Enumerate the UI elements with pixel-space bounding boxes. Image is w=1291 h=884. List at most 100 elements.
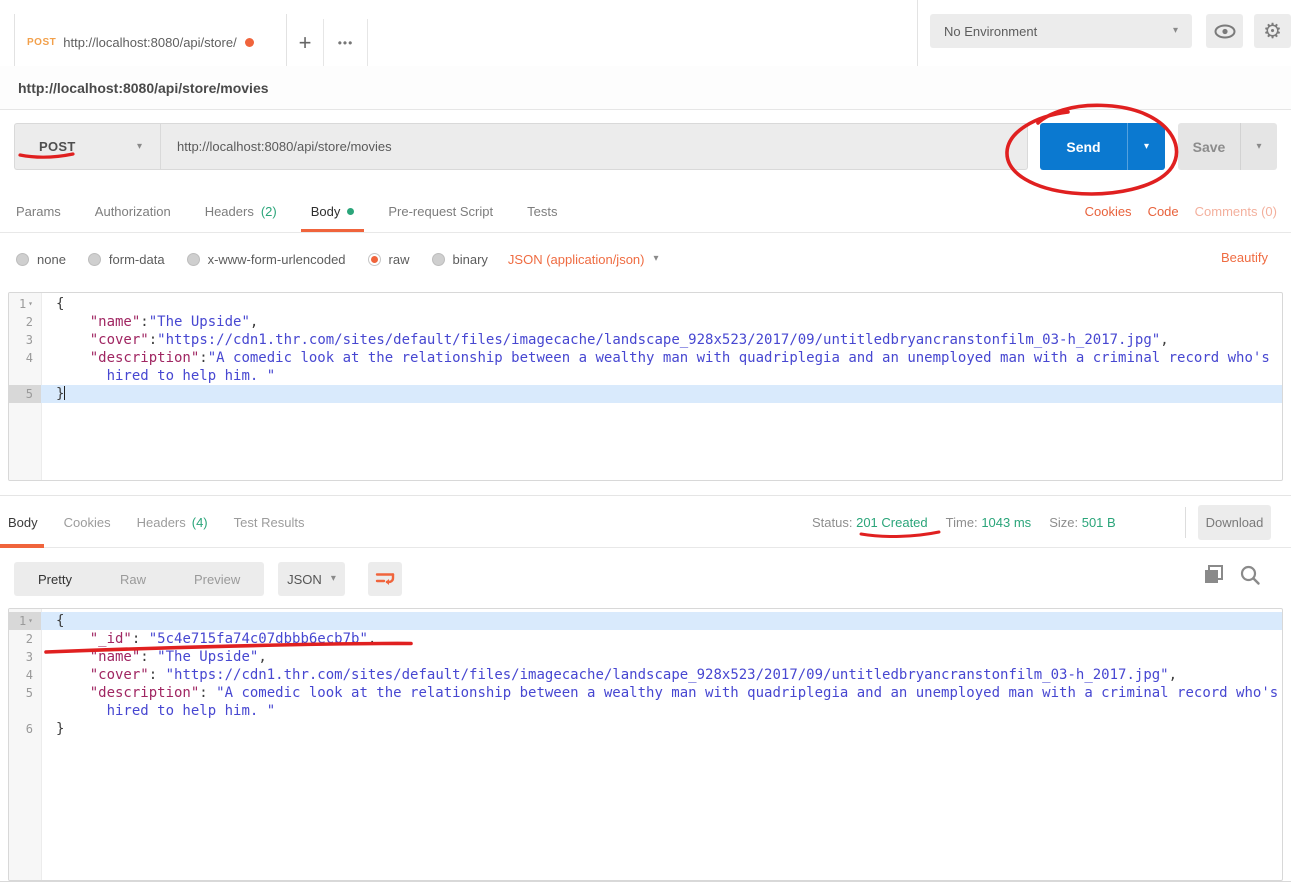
request-body-editor[interactable]: 1▾{2 "name":"The Upside",3 "cover":"http… (8, 292, 1283, 481)
cookies-link[interactable]: Cookies (1085, 204, 1132, 219)
tab-method-label: POST (27, 37, 56, 48)
body-type-binary[interactable]: binary (432, 252, 488, 267)
request-tab[interactable]: POST http://localhost:8080/api/store/ (14, 14, 287, 66)
code-line[interactable]: 5} (9, 385, 1282, 403)
tab-authorization[interactable]: Authorization (93, 190, 173, 232)
code-text: } (41, 720, 64, 738)
beautify-link[interactable]: Beautify (1221, 250, 1268, 265)
tab-headers[interactable]: Headers(2) (203, 190, 279, 232)
environment-select[interactable]: No Environment ▾ (930, 14, 1192, 48)
url-input[interactable]: http://localhost:8080/api/store/movies (160, 123, 1028, 170)
status-label: Status: (812, 515, 852, 530)
comments-0-link[interactable]: Comments (0) (1195, 204, 1277, 219)
code-line[interactable]: 3 "cover":"https://cdn1.thr.com/sites/de… (9, 331, 1282, 349)
wrap-lines-button[interactable] (368, 562, 402, 596)
content-type-value: JSON (application/json) (508, 252, 645, 267)
response-tab-headers[interactable]: Headers(4) (137, 496, 208, 548)
token-key: "description" (90, 350, 200, 366)
download-button[interactable]: Download (1198, 505, 1271, 540)
code-line[interactable]: 1▾{ (9, 295, 1282, 313)
code-line[interactable]: 1▾{ (9, 612, 1282, 630)
method-select[interactable]: POST ▾ (14, 123, 160, 170)
response-tab-body[interactable]: Body (8, 496, 38, 548)
code-text: hired to help him. " (41, 702, 275, 720)
radio-label: x-www-form-urlencoded (208, 252, 346, 267)
token-pun: , (1169, 667, 1177, 683)
content-type-select[interactable]: JSON (application/json) ▾ (508, 252, 659, 267)
tab-label: Body (311, 204, 341, 219)
tab-count: (4) (192, 515, 208, 530)
settings-button[interactable]: ⚙ (1254, 14, 1291, 48)
size-value: 501 B (1082, 515, 1116, 530)
radio-label: raw (389, 252, 410, 267)
code-line[interactable]: 3 "name": "The Upside", (9, 648, 1282, 666)
token-key: "description" (90, 685, 200, 701)
code-link[interactable]: Code (1148, 204, 1179, 219)
new-tab-button[interactable]: + (287, 19, 324, 66)
line-number-value: 4 (26, 349, 33, 367)
send-button[interactable]: Send (1040, 123, 1127, 170)
tab-label: Headers (205, 204, 254, 219)
code-line[interactable]: 5 "description": "A comedic look at the … (9, 684, 1282, 702)
body-type-none[interactable]: none (16, 252, 66, 267)
token-key: "cover" (90, 667, 149, 683)
view-raw[interactable]: Raw (96, 562, 170, 596)
format-select[interactable]: JSON ▾ (278, 562, 345, 596)
code-line[interactable]: 2 "_id": "5c4e715fa74c07dbbb6ecb7b", (9, 630, 1282, 648)
tab-pre-request-script[interactable]: Pre-request Script (386, 190, 495, 232)
token-key: "name" (90, 314, 141, 330)
send-options-button[interactable]: ▾ (1127, 123, 1165, 170)
fold-caret-icon[interactable]: ▾ (28, 612, 33, 630)
fold-caret-icon[interactable]: ▾ (28, 295, 33, 313)
radio-label: binary (453, 252, 488, 267)
token-str: "A comedic look at the relationship betw… (216, 685, 1278, 701)
chevron-down-icon: ▾ (1256, 142, 1261, 152)
view-pretty[interactable]: Pretty (14, 562, 96, 596)
save-button[interactable]: Save (1178, 123, 1240, 170)
response-tab-test-results[interactable]: Test Results (234, 496, 305, 548)
tab-body[interactable]: Body (309, 190, 357, 232)
code-line[interactable]: 6} (9, 720, 1282, 738)
code-text: "cover":"https://cdn1.thr.com/sites/defa… (41, 331, 1169, 349)
environment-label: No Environment (944, 24, 1037, 39)
code-line[interactable]: 4 "cover": "https://cdn1.thr.com/sites/d… (9, 666, 1282, 684)
token-pln (56, 314, 90, 330)
code-text: "name":"The Upside", (41, 313, 258, 331)
tab-tests[interactable]: Tests (525, 190, 559, 232)
code-line[interactable]: hired to help him. " (9, 702, 1282, 720)
radio-icon (187, 253, 200, 266)
code-line[interactable]: 4 "description":"A comedic look at the r… (9, 349, 1282, 367)
tab-params[interactable]: Params (14, 190, 63, 232)
response-view-bar: PrettyRawPreview JSON ▾ (0, 548, 1291, 608)
search-response-button[interactable] (1239, 564, 1261, 591)
token-pun: { (56, 613, 64, 629)
response-tab-cookies[interactable]: Cookies (64, 496, 111, 548)
code-line[interactable]: hired to help him. " (9, 367, 1282, 385)
line-number-value: 2 (26, 313, 33, 331)
view-preview[interactable]: Preview (170, 562, 264, 596)
tab-label: Authorization (95, 204, 171, 219)
tab-label: Tests (527, 204, 557, 219)
tab-label: Test Results (234, 515, 305, 530)
save-options-button[interactable]: ▾ (1240, 123, 1277, 170)
token-key: "name" (90, 649, 141, 665)
copy-response-button[interactable] (1203, 564, 1225, 591)
chevron-down-icon: ▾ (1144, 142, 1149, 152)
tab-options-button[interactable]: ••• (324, 19, 368, 66)
token-pun: , (258, 649, 266, 665)
environment-quicklook-button[interactable] (1206, 14, 1243, 48)
token-pln (56, 368, 107, 384)
search-icon (1239, 564, 1261, 586)
line-number-value: 5 (26, 385, 33, 403)
token-key: "_id" (90, 631, 132, 647)
gear-icon: ⚙ (1263, 19, 1282, 44)
size-badge: Size: 501 B (1049, 515, 1116, 530)
line-number: 3 (9, 331, 41, 349)
body-type-x-www-form-urlencoded[interactable]: x-www-form-urlencoded (187, 252, 346, 267)
body-type-raw[interactable]: raw (368, 252, 410, 267)
token-str: hired to help him. " (107, 703, 276, 719)
body-type-form-data[interactable]: form-data (88, 252, 165, 267)
token-pun: , (1160, 332, 1168, 348)
chevron-down-icon: ▾ (653, 254, 658, 264)
code-line[interactable]: 2 "name":"The Upside", (9, 313, 1282, 331)
